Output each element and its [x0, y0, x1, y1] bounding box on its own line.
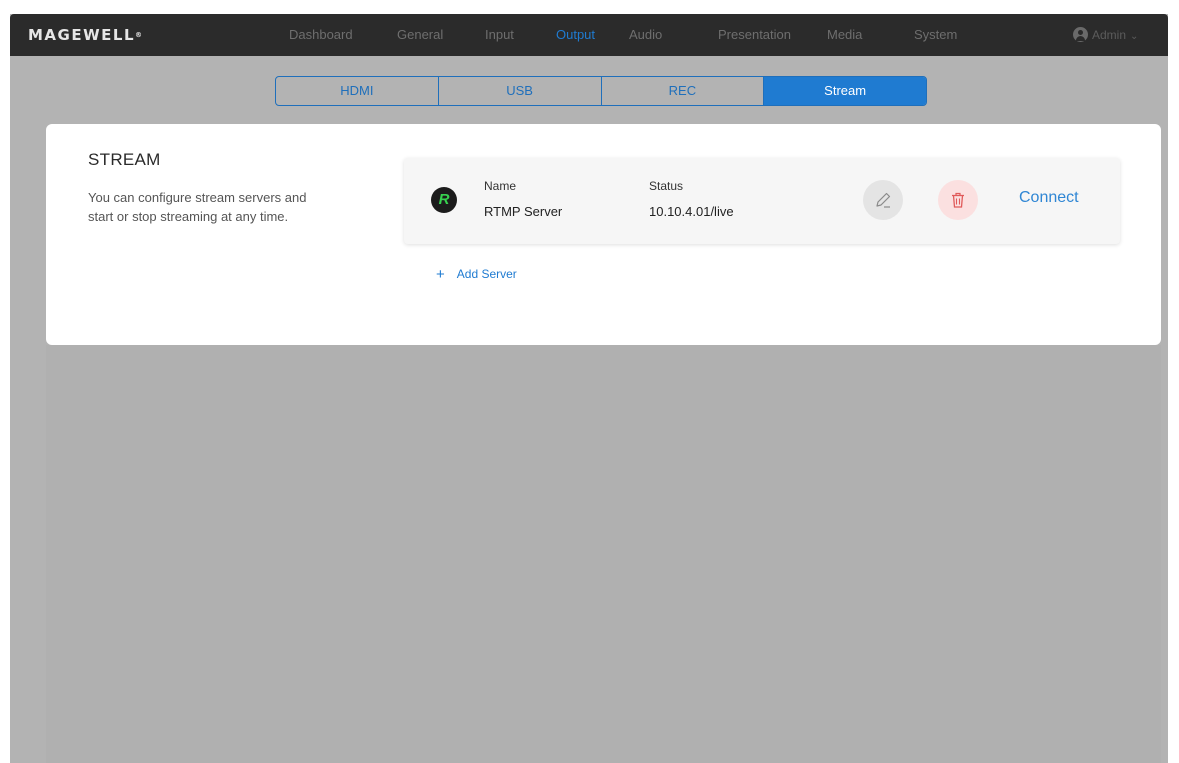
- stream-settings-card: STREAM You can configure stream servers …: [46, 124, 1161, 345]
- tab-stream[interactable]: Stream: [764, 77, 926, 105]
- user-name: Admin: [1092, 28, 1127, 42]
- lower-content-area: [46, 345, 1161, 763]
- edit-server-button[interactable]: [863, 180, 903, 220]
- pencil-icon: [876, 192, 891, 208]
- nav-system[interactable]: System: [914, 14, 957, 56]
- trash-icon: [952, 192, 964, 208]
- connect-button[interactable]: Connect: [1019, 189, 1079, 207]
- nav-media[interactable]: Media: [827, 14, 862, 56]
- add-server-label: Add Server: [456, 267, 517, 281]
- tab-usb[interactable]: USB: [439, 77, 602, 105]
- nav-dashboard[interactable]: Dashboard: [289, 14, 353, 56]
- tab-hdmi[interactable]: HDMI: [276, 77, 439, 105]
- output-subtabs: HDMI USB REC Stream: [275, 76, 927, 106]
- nav-audio[interactable]: Audio: [629, 14, 662, 56]
- server-name-label: Name: [484, 179, 517, 193]
- plus-icon: +: [436, 266, 445, 283]
- delete-server-button[interactable]: [938, 180, 978, 220]
- section-title: STREAM: [88, 150, 161, 169]
- user-menu[interactable]: Admin ⌄: [1073, 14, 1138, 56]
- rtmp-server-icon: R: [431, 187, 457, 213]
- top-nav-bar: MAGEWELL® Dashboard General Input Output…: [10, 14, 1168, 56]
- nav-presentation[interactable]: Presentation: [718, 14, 791, 56]
- section-description: You can configure stream servers and sta…: [88, 190, 307, 224]
- server-row: R Name RTMP Server Status 10.10.4.01/liv…: [404, 158, 1120, 244]
- nav-output[interactable]: Output: [556, 14, 595, 56]
- app-frame: MAGEWELL® Dashboard General Input Output…: [10, 14, 1168, 763]
- magewell-logo: MAGEWELL®: [28, 24, 142, 46]
- user-avatar-icon: [1073, 27, 1088, 43]
- server-status-label: Status: [649, 179, 684, 193]
- server-name-value: RTMP Server: [484, 204, 563, 219]
- nav-input[interactable]: Input: [485, 14, 514, 56]
- chevron-down-icon: ⌄: [1130, 31, 1139, 42]
- add-server-button[interactable]: + Add Server: [436, 266, 517, 283]
- logo-registered-mark: ®: [135, 31, 143, 39]
- server-status-value: 10.10.4.01/live: [649, 204, 734, 219]
- logo-text: MAGEWELL: [28, 26, 136, 44]
- tab-rec[interactable]: REC: [602, 77, 765, 105]
- nav-general[interactable]: General: [397, 14, 443, 56]
